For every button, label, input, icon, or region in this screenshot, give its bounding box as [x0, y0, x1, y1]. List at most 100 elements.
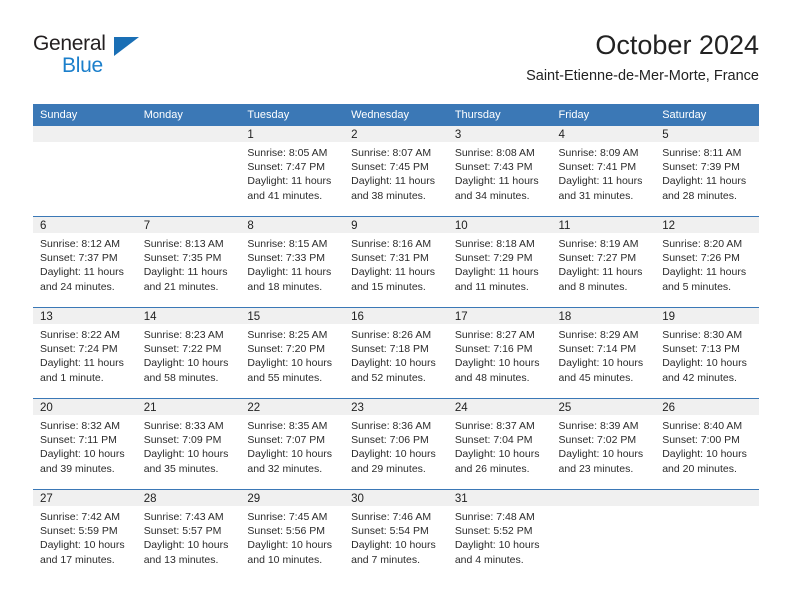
day-number: 12 — [655, 217, 759, 233]
weekday-header-row: Sunday Monday Tuesday Wednesday Thursday… — [33, 104, 759, 126]
calendar-day-cell[interactable]: 22 Sunrise: 8:35 AM Sunset: 7:07 PM Dayligh… — [240, 398, 345, 490]
calendar-day-cell[interactable]: 16 Sunrise: 8:26 AM Sunset: 7:18 PM Dayligh… — [344, 307, 448, 399]
sunset-text: Sunset: 7:33 PM — [247, 252, 326, 265]
calendar-day-cell[interactable]: 11 Sunrise: 8:19 AM Sunset: 7:27 PM Dayligh… — [551, 216, 656, 308]
day-number: 26 — [655, 399, 759, 415]
day-cell-inner: 20 Sunrise: 8:32 AM Sunset: 7:11 PM Dayligh… — [33, 399, 137, 489]
calendar-day-cell[interactable]: 28 Sunrise: 7:43 AM Sunset: 5:57 PM Dayligh… — [136, 489, 241, 580]
sunset-text: Sunset: 7:47 PM — [247, 161, 326, 174]
sunset-text: Sunset: 7:14 PM — [558, 343, 637, 356]
day-number: 18 — [551, 308, 656, 324]
sunrise-text: Sunrise: 8:07 AM — [351, 147, 432, 159]
calendar-day-cell[interactable]: 12 Sunrise: 8:20 AM Sunset: 7:26 PM Dayligh… — [655, 216, 759, 308]
calendar-day-cell[interactable]: 9 Sunrise: 8:16 AM Sunset: 7:31 PM Daylight… — [344, 216, 448, 308]
daylight-text-line2: and 34 minutes. — [454, 189, 530, 202]
day-cell-inner — [551, 490, 656, 580]
calendar-day-cell[interactable]: 6 Sunrise: 8:12 AM Sunset: 7:37 PM Daylight… — [33, 216, 137, 308]
daylight-text-line2: and 13 minutes. — [143, 553, 219, 566]
calendar-day-cell[interactable]: 4 Sunrise: 8:09 AM Sunset: 7:41 PM Daylight… — [551, 126, 656, 217]
calendar-day-cell[interactable]: 18 Sunrise: 8:29 AM Sunset: 7:14 PM Dayligh… — [551, 307, 656, 399]
daylight-text-line2: and 26 minutes. — [454, 462, 530, 475]
calendar-day-cell-empty — [33, 126, 137, 217]
day-details: Sunrise: 8:33 AM Sunset: 7:09 PM Daylight:… — [137, 415, 241, 476]
calendar-day-cell[interactable]: 24 Sunrise: 8:37 AM Sunset: 7:04 PM Dayligh… — [447, 398, 552, 490]
day-cell-inner: 14 Sunrise: 8:23 AM Sunset: 7:22 PM Dayligh… — [136, 308, 241, 398]
day-cell-inner — [136, 126, 241, 216]
calendar-day-cell-empty — [655, 489, 759, 580]
sunset-text: Sunset: 5:57 PM — [143, 525, 222, 538]
calendar-day-cell[interactable]: 1 Sunrise: 8:05 AM Sunset: 7:47 PM Daylight… — [240, 126, 345, 217]
calendar-day-cell[interactable]: 25 Sunrise: 8:39 AM Sunset: 7:02 PM Dayligh… — [551, 398, 656, 490]
day-details: Sunrise: 8:16 AM Sunset: 7:31 PM Daylight:… — [344, 233, 448, 294]
calendar-day-cell[interactable]: 14 Sunrise: 8:23 AM Sunset: 7:22 PM Dayligh… — [136, 307, 241, 399]
day-number: 5 — [655, 126, 759, 142]
daylight-text-line2: and 42 minutes. — [662, 371, 737, 384]
calendar-day-cell[interactable]: 3 Sunrise: 8:08 AM Sunset: 7:43 PM Daylight… — [447, 126, 552, 217]
day-details: Sunrise: 8:35 AM Sunset: 7:07 PM Daylight:… — [240, 415, 344, 476]
day-cell-inner: 2 Sunrise: 8:07 AM Sunset: 7:45 PM Daylight… — [344, 126, 448, 216]
calendar-day-cell[interactable]: 8 Sunrise: 8:15 AM Sunset: 7:33 PM Daylight… — [240, 216, 345, 308]
sunrise-text: Sunrise: 8:40 AM — [662, 420, 743, 432]
daylight-text-line2: and 4 minutes. — [454, 553, 524, 566]
calendar-day-cell[interactable]: 27 Sunrise: 7:42 AM Sunset: 5:59 PM Dayligh… — [33, 489, 137, 580]
calendar-day-cell[interactable]: 31 Sunrise: 7:48 AM Sunset: 5:52 PM Dayligh… — [447, 489, 552, 580]
sunset-text: Sunset: 7:31 PM — [351, 252, 429, 265]
day-number: 21 — [136, 399, 241, 415]
sunrise-text: Sunrise: 7:48 AM — [454, 511, 535, 523]
day-cell-inner: 6 Sunrise: 8:12 AM Sunset: 7:37 PM Daylight… — [33, 217, 137, 307]
day-cell-inner: 29 Sunrise: 7:45 AM Sunset: 5:56 PM Dayligh… — [240, 490, 345, 580]
daylight-text-line1: Daylight: 11 hours — [40, 266, 124, 279]
sunset-text: Sunset: 7:39 PM — [662, 161, 740, 174]
day-number: 8 — [240, 217, 345, 233]
calendar-day-cell[interactable]: 2 Sunrise: 8:07 AM Sunset: 7:45 PM Daylight… — [344, 126, 448, 217]
sunset-text: Sunset: 7:06 PM — [351, 434, 429, 447]
weekday-header-monday: Monday — [136, 104, 241, 126]
calendar-day-cell[interactable]: 29 Sunrise: 7:45 AM Sunset: 5:56 PM Dayligh… — [240, 489, 345, 580]
day-cell-inner — [655, 490, 759, 580]
day-details: Sunrise: 7:45 AM Sunset: 5:56 PM Daylight:… — [240, 506, 344, 567]
calendar-day-cell[interactable]: 5 Sunrise: 8:11 AM Sunset: 7:39 PM Daylight… — [655, 126, 759, 217]
sunrise-text: Sunrise: 7:42 AM — [40, 511, 120, 523]
sunrise-text: Sunrise: 8:27 AM — [454, 329, 535, 341]
calendar-day-cell[interactable]: 20 Sunrise: 8:32 AM Sunset: 7:11 PM Dayligh… — [33, 398, 137, 490]
day-number: 6 — [33, 217, 137, 233]
calendar-day-cell[interactable]: 19 Sunrise: 8:30 AM Sunset: 7:13 PM Dayligh… — [655, 307, 759, 399]
sunrise-text: Sunrise: 8:25 AM — [247, 329, 328, 341]
day-cell-inner: 31 Sunrise: 7:48 AM Sunset: 5:52 PM Dayligh… — [447, 490, 552, 580]
daylight-text-line1: Daylight: 10 hours — [40, 539, 125, 552]
sunrise-text: Sunrise: 8:22 AM — [40, 329, 120, 341]
daylight-text-line2: and 1 minute. — [40, 371, 104, 384]
daylight-text-line2: and 18 minutes. — [247, 280, 323, 293]
day-number: 4 — [551, 126, 656, 142]
sunset-text: Sunset: 5:54 PM — [351, 525, 429, 538]
day-cell-inner: 17 Sunrise: 8:27 AM Sunset: 7:16 PM Dayligh… — [447, 308, 552, 398]
daylight-text-line1: Daylight: 11 hours — [454, 266, 539, 279]
sunrise-text: Sunrise: 8:32 AM — [40, 420, 120, 432]
day-details: Sunrise: 8:40 AM Sunset: 7:00 PM Daylight:… — [655, 415, 759, 476]
calendar-day-cell[interactable]: 7 Sunrise: 8:13 AM Sunset: 7:35 PM Daylight… — [136, 216, 241, 308]
sunset-text: Sunset: 7:29 PM — [454, 252, 533, 265]
calendar-day-cell[interactable]: 21 Sunrise: 8:33 AM Sunset: 7:09 PM Dayligh… — [136, 398, 241, 490]
sunrise-text: Sunrise: 8:20 AM — [662, 238, 743, 250]
sunset-text: Sunset: 7:27 PM — [558, 252, 637, 265]
day-details: Sunrise: 8:09 AM Sunset: 7:41 PM Daylight:… — [552, 142, 656, 203]
day-details: Sunrise: 8:22 AM Sunset: 7:24 PM Daylight:… — [33, 324, 137, 385]
day-details: Sunrise: 8:13 AM Sunset: 7:35 PM Daylight:… — [137, 233, 241, 294]
day-details: Sunrise: 8:15 AM Sunset: 7:33 PM Daylight:… — [240, 233, 344, 294]
calendar-day-cell[interactable]: 26 Sunrise: 8:40 AM Sunset: 7:00 PM Dayligh… — [655, 398, 759, 490]
day-cell-inner: 10 Sunrise: 8:18 AM Sunset: 7:29 PM Dayligh… — [447, 217, 552, 307]
sunrise-text: Sunrise: 7:43 AM — [143, 511, 224, 523]
calendar-day-cell[interactable]: 30 Sunrise: 7:46 AM Sunset: 5:54 PM Dayligh… — [344, 489, 448, 580]
daylight-text-line1: Daylight: 10 hours — [558, 448, 644, 461]
daylight-text-line2: and 55 minutes. — [247, 371, 323, 384]
sunrise-text: Sunrise: 8:05 AM — [247, 147, 328, 159]
sunset-text: Sunset: 7:16 PM — [454, 343, 533, 356]
calendar-day-cell[interactable]: 23 Sunrise: 8:36 AM Sunset: 7:06 PM Dayligh… — [344, 398, 448, 490]
calendar-day-cell-empty — [136, 126, 241, 217]
calendar-day-cell[interactable]: 17 Sunrise: 8:27 AM Sunset: 7:16 PM Dayligh… — [447, 307, 552, 399]
day-details: Sunrise: 8:12 AM Sunset: 7:37 PM Daylight:… — [33, 233, 137, 294]
calendar-day-cell[interactable]: 15 Sunrise: 8:25 AM Sunset: 7:20 PM Dayligh… — [240, 307, 345, 399]
calendar-day-cell[interactable]: 10 Sunrise: 8:18 AM Sunset: 7:29 PM Dayligh… — [447, 216, 552, 308]
calendar-day-cell[interactable]: 13 Sunrise: 8:22 AM Sunset: 7:24 PM Dayligh… — [33, 307, 137, 399]
day-details: Sunrise: 8:19 AM Sunset: 7:27 PM Daylight:… — [552, 233, 656, 294]
